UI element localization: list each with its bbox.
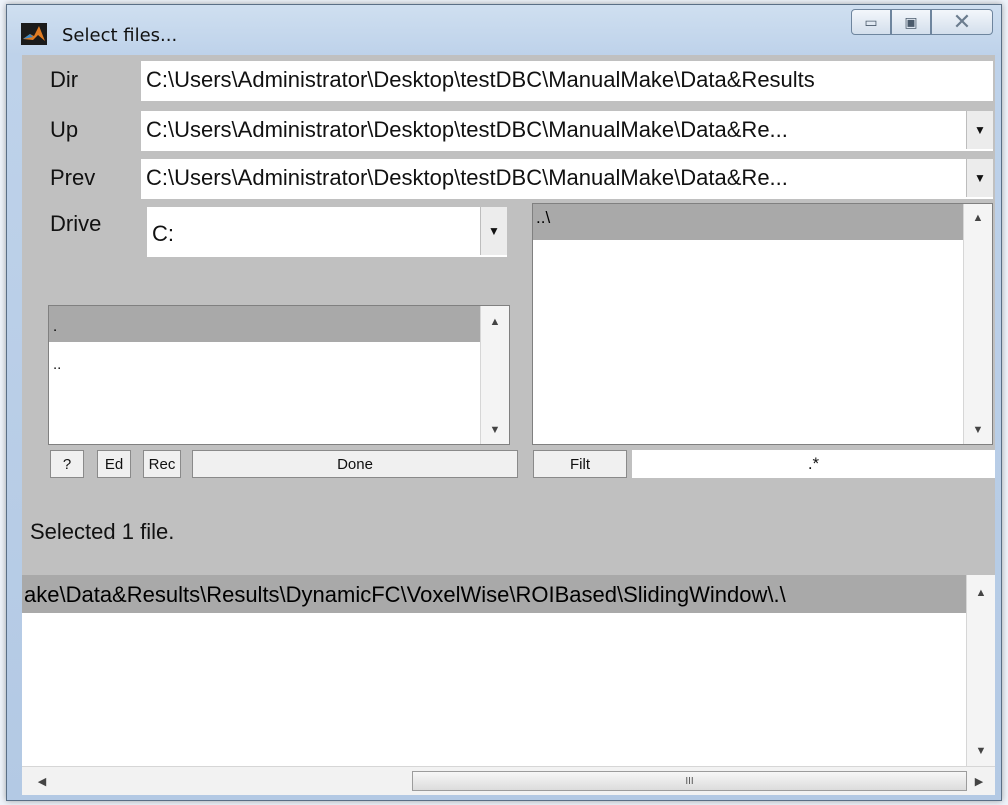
scroll-down-icon[interactable]: ▼ [967, 741, 995, 761]
close-button[interactable]: ✕ [931, 9, 993, 35]
vertical-scrollbar[interactable]: ▲ ▼ [963, 204, 992, 444]
list-item-label: ..\ [536, 208, 551, 227]
vertical-scrollbar[interactable]: ▲ ▼ [480, 306, 509, 444]
matlab-icon [21, 23, 47, 45]
drive-value: C: [152, 221, 174, 246]
drive-dropdown[interactable]: C: ▼ [147, 207, 507, 257]
list-item-selected[interactable]: ..\ [533, 204, 963, 240]
list-item[interactable]: .. [53, 356, 61, 373]
horizontal-scrollbar[interactable]: ◀ III ▶ [22, 766, 995, 795]
scroll-left-icon[interactable]: ◀ [28, 771, 56, 791]
directory-list[interactable]: . .. ▲ ▼ [48, 305, 510, 445]
scroll-down-icon[interactable]: ▼ [481, 420, 509, 440]
scroll-thumb[interactable]: III [412, 771, 967, 791]
select-files-window: Select files... ▭ ▣ ✕ Dir C:\Users\Admin… [6, 4, 1002, 801]
title-bar[interactable]: Select files... ▭ ▣ ✕ [7, 5, 1001, 55]
maximize-icon: ▣ [904, 13, 918, 30]
scroll-down-icon[interactable]: ▼ [964, 420, 992, 440]
scroll-up-icon[interactable]: ▲ [481, 312, 509, 332]
maximize-button[interactable]: ▣ [891, 9, 931, 35]
selected-files-list[interactable]: ake\Data&Results\Results\DynamicFC\Voxel… [22, 575, 995, 795]
dialog-client-area: Dir C:\Users\Administrator\Desktop\testD… [22, 55, 995, 795]
scroll-up-icon[interactable]: ▲ [967, 583, 995, 603]
filter-input[interactable]: .* [632, 450, 995, 478]
scroll-right-icon[interactable]: ▶ [965, 771, 993, 791]
selection-status: Selected 1 file. [30, 519, 175, 544]
scroll-up-icon[interactable]: ▲ [964, 208, 992, 228]
list-item-label: . [53, 318, 58, 335]
filter-button[interactable]: Filt [533, 450, 627, 478]
window-controls: ▭ ▣ ✕ [851, 9, 993, 39]
close-icon: ✕ [952, 9, 972, 34]
chevron-down-icon[interactable]: ▼ [966, 111, 993, 149]
done-button[interactable]: Done [192, 450, 518, 478]
minimize-icon: ▭ [864, 13, 878, 30]
dir-field[interactable]: C:\Users\Administrator\Desktop\testDBC\M… [141, 61, 993, 101]
file-list[interactable]: ..\ ▲ ▼ [532, 203, 993, 445]
chevron-down-icon[interactable]: ▼ [966, 159, 993, 197]
up-value: C:\Users\Administrator\Desktop\testDBC\M… [146, 117, 788, 142]
minimize-button[interactable]: ▭ [851, 9, 891, 35]
edit-button[interactable]: Ed [97, 450, 131, 478]
up-label: Up [50, 117, 79, 142]
prev-label: Prev [50, 165, 96, 190]
window-title: Select files... [62, 25, 178, 46]
list-item-label: ake\Data&Results\Results\DynamicFC\Voxel… [24, 582, 786, 607]
list-item-selected[interactable]: ake\Data&Results\Results\DynamicFC\Voxel… [22, 575, 967, 613]
vertical-scrollbar[interactable]: ▲ ▼ [966, 575, 995, 767]
prev-value: C:\Users\Administrator\Desktop\testDBC\M… [146, 165, 788, 190]
help-button[interactable]: ? [50, 450, 84, 478]
up-dropdown[interactable]: C:\Users\Administrator\Desktop\testDBC\M… [141, 111, 993, 151]
dir-value: C:\Users\Administrator\Desktop\testDBC\M… [146, 67, 815, 92]
prev-dropdown[interactable]: C:\Users\Administrator\Desktop\testDBC\M… [141, 159, 993, 199]
drive-label: Drive [50, 211, 102, 236]
rec-button[interactable]: Rec [143, 450, 181, 478]
dir-label: Dir [50, 67, 79, 92]
chevron-down-icon[interactable]: ▼ [480, 207, 507, 255]
scroll-grip-icon: III [685, 775, 694, 787]
list-item-selected[interactable]: . [49, 306, 481, 342]
